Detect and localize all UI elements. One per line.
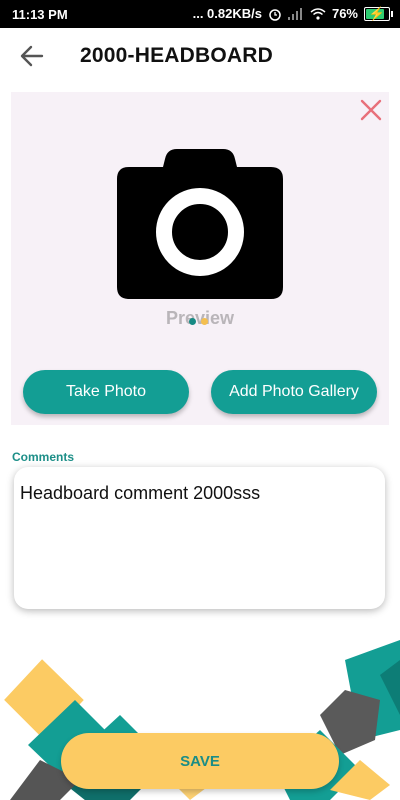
take-photo-button[interactable]: Take Photo bbox=[23, 370, 189, 414]
camera-icon bbox=[117, 149, 283, 299]
comments-field[interactable]: Headboard comment 2000sss bbox=[14, 467, 385, 609]
wifi-icon bbox=[310, 7, 326, 20]
loading-indicator bbox=[189, 318, 217, 328]
network-speed: ... 0.82KB/s bbox=[192, 6, 262, 21]
battery-icon: ⚡ bbox=[364, 6, 393, 21]
photo-preview-card: Preview Take Photo Add Photo Gallery bbox=[11, 92, 389, 425]
add-photo-gallery-button[interactable]: Add Photo Gallery bbox=[211, 370, 377, 414]
comments-value: Headboard comment 2000sss bbox=[20, 483, 261, 503]
save-button[interactable]: SAVE bbox=[61, 733, 339, 789]
status-time: 11:13 PM bbox=[12, 7, 68, 22]
app-header: 2000-HEADBOARD bbox=[0, 28, 400, 84]
close-icon[interactable] bbox=[359, 98, 383, 122]
arrow-left-icon[interactable] bbox=[16, 40, 48, 72]
status-bar: 11:13 PM ... 0.82KB/s 76% ⚡ bbox=[0, 0, 400, 28]
battery-percent: 76% bbox=[331, 6, 358, 21]
signal-icon bbox=[287, 7, 302, 20]
alarm-icon bbox=[269, 8, 281, 21]
page-title: 2000-HEADBOARD bbox=[80, 44, 274, 67]
status-icons: ... 0.82KB/s 76% ⚡ bbox=[192, 6, 393, 21]
comments-label: Comments bbox=[12, 450, 75, 464]
